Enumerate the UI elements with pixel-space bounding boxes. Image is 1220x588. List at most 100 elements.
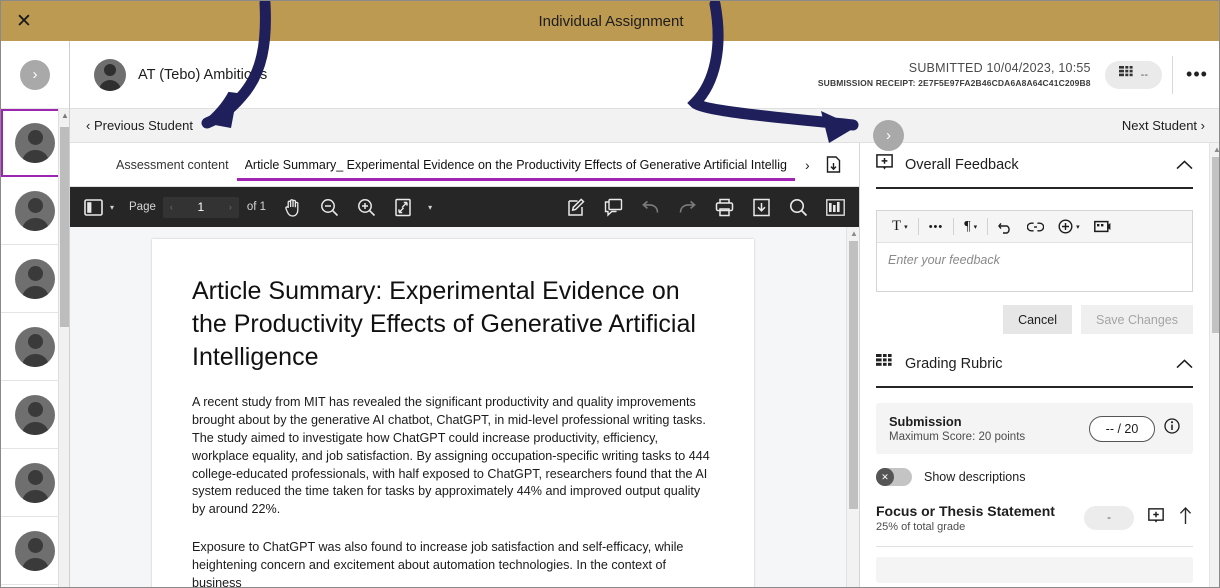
show-descriptions-toggle[interactable]: ✕ [876,468,912,486]
chevron-right-icon[interactable]: › [795,157,820,173]
tab-assessment-content[interactable]: Assessment content [108,143,237,187]
divider [987,218,989,235]
feedback-add-icon[interactable] [1148,507,1164,529]
scrollbar-thumb[interactable] [849,241,858,509]
avatar [15,190,55,231]
download-document-icon[interactable] [820,156,847,173]
feedback-input[interactable]: Enter your feedback [877,243,1192,291]
avatar [94,58,126,91]
student-header: AT (Tebo) Ambitious SUBMITTED 10/04/2023… [70,41,1219,109]
rubric-grid-icon [1118,65,1134,84]
undo-icon[interactable] [991,215,1020,239]
more-format-icon[interactable]: ••• [922,215,951,239]
divider [917,218,919,235]
avatar [15,462,55,503]
insert-content-icon[interactable]: ▾ [1051,215,1087,239]
scroll-up-icon[interactable]: ▲ [1213,145,1219,154]
submission-receipt: SUBMISSION RECEIPT: 2E7F5E97FA2B46CDA6A8… [817,78,1091,88]
fit-page-icon[interactable] [394,198,412,217]
page-title: Individual Assignment [538,12,684,30]
toggle-knob: ✕ [876,468,894,486]
zoom-in-icon[interactable] [357,198,376,217]
section-title: Grading Rubric [905,356,1003,372]
page-stepper[interactable]: ‹ 1 › [162,196,239,218]
comment-icon[interactable] [604,198,623,217]
student-name: AT (Tebo) Ambitious [138,66,268,83]
print-icon[interactable] [715,198,734,217]
search-icon[interactable] [789,198,808,217]
feedback-actions: Cancel Save Changes [876,305,1193,334]
next-page-icon[interactable]: › [222,202,239,212]
section-title: Overall Feedback [905,157,1019,173]
tab-submission-document[interactable]: Article Summary_ Experimental Evidence o… [236,143,796,187]
submission-meta: SUBMITTED 10/04/2023, 10:55 SUBMISSION R… [818,61,1105,88]
save-changes-button[interactable]: Save Changes [1080,305,1193,334]
rubric-submission-info: Submission Maximum Score: 20 points [889,414,1025,443]
chevron-up-icon[interactable] [1176,357,1193,372]
document-viewer: Article Summary: Experimental Evidence o… [70,227,859,587]
student-navigation-bar: ‹ Previous Student Next Student › [70,109,1219,143]
rail-expand-row: › [1,41,69,109]
score-input[interactable]: -- / 20 [1089,415,1155,442]
avatar [15,258,55,299]
pan-hand-icon[interactable] [284,198,302,217]
grade-pill-value: -- [1140,68,1148,81]
criterion-score-input[interactable]: - [1084,506,1134,530]
zoom-out-icon[interactable] [320,198,339,217]
download-icon[interactable] [752,198,771,217]
page-number-input[interactable]: 1 [180,200,222,214]
rubric-next-row [876,557,1193,583]
divider [876,187,1193,189]
grading-panel-content: Overall Feedback T ▾ ••• ¶ ▾ ▾ Enter you… [860,143,1209,583]
show-descriptions-label: Show descriptions [924,470,1026,484]
document-scrollbar[interactable]: ▲ [846,227,859,587]
grading-panel-scrollbar[interactable]: ▲ [1209,143,1219,587]
criterion-name: Submission [889,414,962,429]
content-tabs: Assessment content Article Summary_ Expe… [70,143,859,187]
previous-student-button[interactable]: ‹ Previous Student [86,118,193,133]
chevron-down-icon[interactable]: ▾ [110,203,114,212]
scrollbar-thumb[interactable] [1212,157,1219,333]
text-format-icon[interactable]: T ▾ [885,215,915,239]
annotate-edit-icon[interactable] [567,197,586,217]
window-title-bar: ✕ Individual Assignment [1,1,1219,41]
grading-window: ✕ Individual Assignment › ▲ AT (Tebo) Am… [0,0,1220,588]
grading-rubric-header[interactable]: Grading Rubric [876,342,1193,386]
criterion-info: Focus or Thesis Statement 25% of total g… [876,503,1055,533]
collapse-panel-button[interactable]: › [873,120,904,151]
chevron-up-icon[interactable] [1176,158,1193,173]
document-paragraph: A recent study from MIT has revealed the… [192,395,710,517]
overall-feedback-header[interactable]: Overall Feedback [876,143,1193,187]
rubric-submission-row: Submission Maximum Score: 20 points -- /… [876,403,1193,454]
avatar [15,394,55,435]
more-options-button[interactable]: ••• [1173,64,1219,85]
chevron-right-icon[interactable]: › [20,59,50,90]
thumbnails-icon[interactable] [826,198,845,216]
paragraph-format-icon[interactable]: ¶ ▾ [957,215,984,239]
tab-label: Assessment content [116,157,229,172]
submitted-timestamp: SUBMITTED 10/04/2023, 10:55 [908,61,1091,75]
criterion-name: Focus or Thesis Statement [876,503,1055,519]
rubric-criterion-row: Focus or Thesis Statement 25% of total g… [876,503,1193,547]
close-icon[interactable]: ✕ [1,1,47,41]
scroll-up-icon[interactable]: ▲ [61,111,69,120]
student-rail-scrollbar[interactable]: ▲ [58,109,69,587]
redo-icon[interactable] [678,199,697,216]
collapse-criterion-icon[interactable] [1178,506,1193,530]
previous-page-icon[interactable]: ‹ [163,202,180,212]
criterion-weight: 25% of total grade [876,521,966,533]
avatar [15,530,55,571]
info-icon[interactable] [1164,418,1180,439]
chevron-down-icon[interactable]: ▾ [428,203,432,212]
next-student-button[interactable]: Next Student › [1122,118,1205,133]
insert-video-icon[interactable] [1087,215,1118,239]
pdf-toolbar: ▾ Page ‹ 1 › of 1 ▾ [70,187,859,227]
panel-toggle-icon[interactable] [84,198,103,216]
scrollbar-thumb[interactable] [60,127,69,327]
scroll-up-icon[interactable]: ▲ [850,229,858,238]
grade-pill[interactable]: -- [1104,60,1162,89]
insert-link-icon[interactable] [1020,215,1051,239]
cancel-button[interactable]: Cancel [1003,305,1072,334]
undo-icon[interactable] [641,199,660,216]
document-title: Article Summary: Experimental Evidence o… [192,277,696,371]
